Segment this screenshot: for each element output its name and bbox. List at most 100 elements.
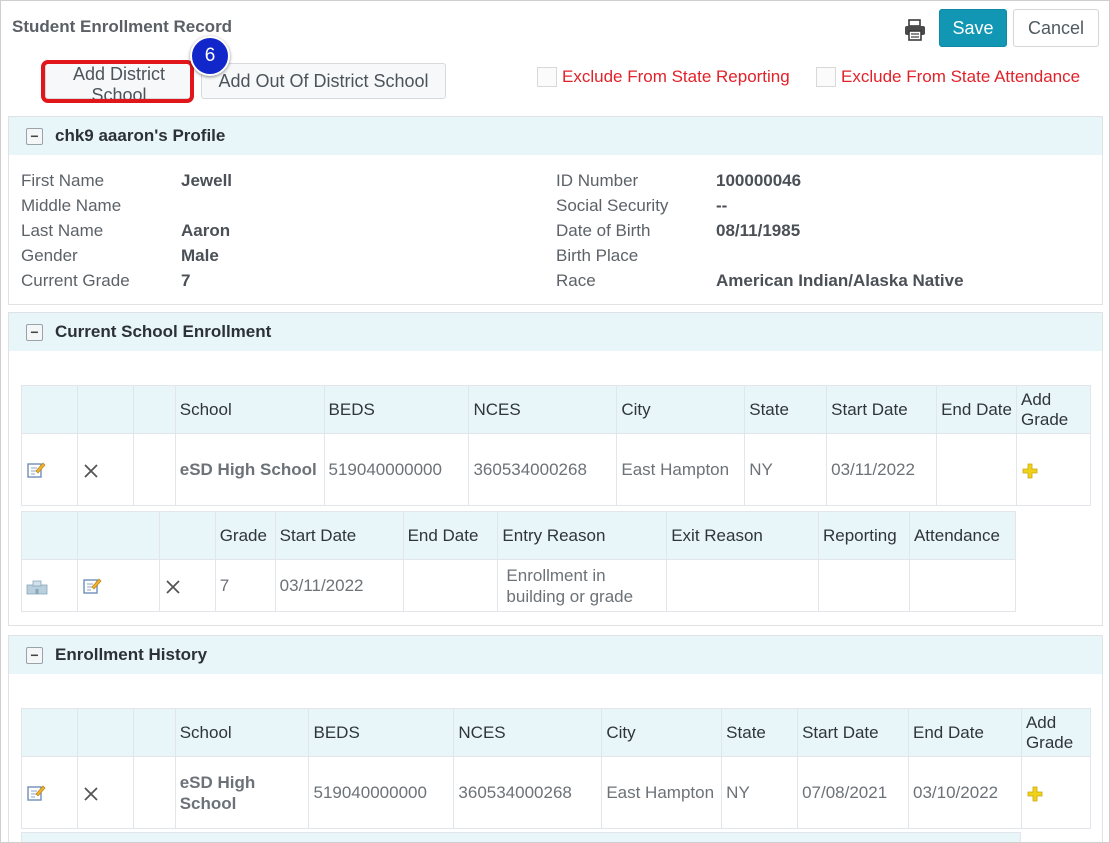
plus-icon[interactable] <box>1021 462 1039 480</box>
grade-end-header: End Date <box>402 511 499 560</box>
city-header: City <box>616 385 746 434</box>
first-name-value: Jewell <box>181 171 233 190</box>
exclude-state-reporting-checkbox[interactable] <box>537 67 557 87</box>
social-security-label: Social Security <box>556 196 669 215</box>
exit-reason-cell <box>666 559 819 612</box>
edit-icon[interactable] <box>26 460 46 480</box>
profile-panel-header: − chk9 aaaron's Profile <box>9 117 1102 155</box>
profile-panel: − chk9 aaaron's Profile First Name Jewel… <box>8 116 1103 305</box>
collapse-icon[interactable]: − <box>26 127 43 145</box>
add-grade-cell[interactable] <box>1020 756 1092 829</box>
current-enrollment-header: − Current School Enrollment <box>9 313 1102 351</box>
reporting-cell <box>817 559 910 612</box>
grade-header: Grade <box>214 511 276 560</box>
grade-start-cell: 03/11/2022 <box>274 559 404 612</box>
current-enrollment-table: School BEDS NCES City State Start Date E… <box>21 385 1092 506</box>
school-header: School <box>174 708 310 757</box>
delete-x-icon[interactable] <box>164 578 182 596</box>
end-date-header: End Date <box>936 385 1017 434</box>
table-row: 7 03/11/2022 Enrollment in building or g… <box>21 559 1017 612</box>
exclude-state-attendance-option[interactable]: Exclude From State Attendance <box>816 67 1080 87</box>
middle-name-label: Middle Name <box>21 196 122 215</box>
school-header: School <box>174 385 325 434</box>
exclude-state-reporting-option[interactable]: Exclude From State Reporting <box>537 67 790 87</box>
printer-icon[interactable] <box>903 19 927 41</box>
exclude-state-attendance-label: Exclude From State Attendance <box>841 67 1081 86</box>
add-grade-header: Add Grade <box>1020 708 1092 757</box>
nces-cell: 360534000268 <box>468 433 618 506</box>
city-cell: East Hampton <box>616 433 746 506</box>
add-out-of-district-school-button[interactable]: Add Out Of District School <box>201 63 446 99</box>
grade-cell: 7 <box>214 559 276 612</box>
grade-end-cell <box>402 559 499 612</box>
school-transfer-cell[interactable] <box>21 559 78 612</box>
beds-header: BEDS <box>308 708 455 757</box>
id-number-label: ID Number <box>556 171 639 190</box>
last-name-label: Last Name <box>21 221 104 240</box>
beds-cell: 519040000000 <box>308 756 455 829</box>
current-enrollment-title: Current School Enrollment <box>55 322 272 341</box>
start-date-cell: 03/11/2022 <box>826 433 938 506</box>
delete-cell[interactable] <box>76 433 134 506</box>
id-number-value: 100000046 <box>716 171 802 190</box>
current-grade-label: Current Grade <box>21 271 130 290</box>
entry-reason-cell: Enrollment in building or grade <box>497 559 668 612</box>
state-cell: NY <box>744 433 828 506</box>
start-date-header: Start Date <box>797 708 910 757</box>
delete-x-icon[interactable] <box>82 462 100 480</box>
nces-cell: 360534000268 <box>453 756 603 829</box>
table-row: eSD High School 519040000000 36053400026… <box>21 756 1092 829</box>
delete-cell[interactable] <box>76 756 134 829</box>
step-badge: 6 <box>190 36 230 76</box>
end-date-header: End Date <box>908 708 1022 757</box>
add-grade-header: Add Grade <box>1015 385 1092 434</box>
delete-cell[interactable] <box>158 559 216 612</box>
city-header: City <box>601 708 723 757</box>
gender-value: Male <box>181 246 219 265</box>
edit-cell[interactable] <box>21 756 78 829</box>
nces-header: NCES <box>468 385 618 434</box>
collapse-icon[interactable]: − <box>26 323 43 341</box>
date-of-birth-label: Date of Birth <box>556 221 651 240</box>
page-title: Student Enrollment Record <box>12 17 233 36</box>
current-enrollment-panel: − Current School Enrollment School BEDS … <box>8 312 1103 626</box>
grade-table: Grade Start Date End Date Entry Reason E… <box>21 511 1017 612</box>
social-security-value: -- <box>716 196 728 215</box>
first-name-label: First Name <box>21 171 105 190</box>
table-row: eSD High School 519040000000 36053400026… <box>21 433 1092 506</box>
attendance-header: Attendance <box>908 511 1017 560</box>
save-button[interactable]: Save <box>939 9 1007 47</box>
plus-icon[interactable] <box>1026 785 1044 803</box>
race-value: American Indian/Alaska Native <box>716 271 964 290</box>
edit-cell[interactable] <box>76 559 160 612</box>
enrollment-history-header: − Enrollment History <box>9 636 1102 674</box>
state-header: State <box>744 385 828 434</box>
end-date-cell <box>936 433 1017 506</box>
edit-cell[interactable] <box>21 433 78 506</box>
school-building-icon[interactable] <box>26 579 48 595</box>
grade-header-row: Grade Start Date End Date Entry Reason E… <box>21 511 1017 560</box>
profile-title: chk9 aaaron's Profile <box>55 126 226 145</box>
entry-reason-header: Entry Reason <box>497 511 668 560</box>
edit-icon[interactable] <box>82 576 102 596</box>
birth-place-label: Birth Place <box>556 246 639 265</box>
exclude-state-attendance-checkbox[interactable] <box>816 67 836 87</box>
cancel-button[interactable]: Cancel <box>1013 9 1099 47</box>
add-district-school-button[interactable]: Add District School <box>45 63 193 105</box>
grade-start-header: Start Date <box>274 511 404 560</box>
beds-header: BEDS <box>323 385 470 434</box>
city-cell: East Hampton <box>601 756 723 829</box>
grade-table-header-partial <box>21 832 1021 842</box>
last-name-value: Aaron <box>181 221 231 240</box>
collapse-icon[interactable]: − <box>26 646 43 664</box>
state-header: State <box>721 708 799 757</box>
edit-icon[interactable] <box>26 783 46 803</box>
exclude-state-reporting-label: Exclude From State Reporting <box>562 67 790 86</box>
school-cell: eSD High School <box>174 433 325 506</box>
school-cell: eSD High School <box>174 756 310 829</box>
add-grade-cell[interactable] <box>1015 433 1092 506</box>
delete-x-icon[interactable] <box>82 785 100 803</box>
table-header-row: School BEDS NCES City State Start Date E… <box>21 385 1092 434</box>
enrollment-record-window: Student Enrollment Record Save Cancel Ad… <box>0 0 1110 843</box>
gender-label: Gender <box>21 246 78 265</box>
